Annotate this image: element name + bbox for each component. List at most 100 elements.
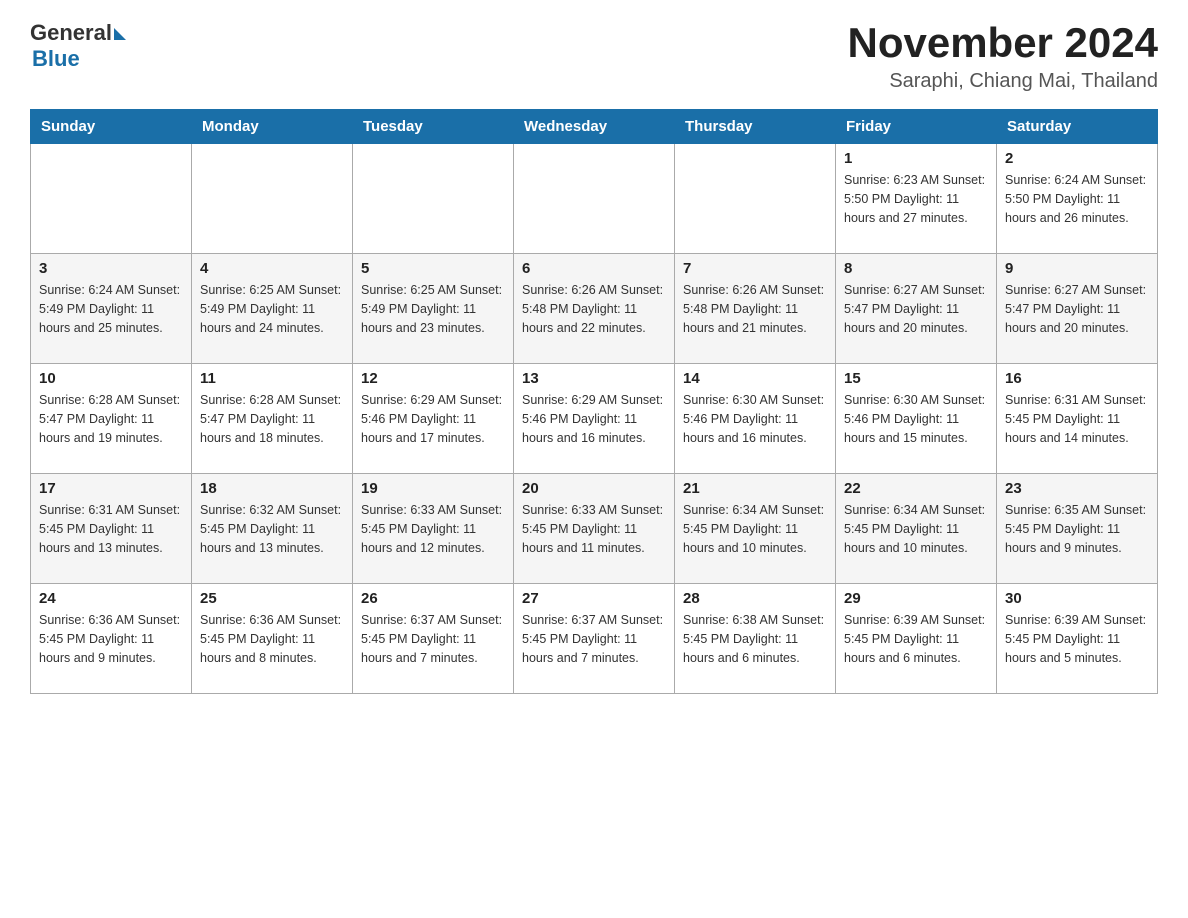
- calendar-cell: 1 Sunrise: 6:23 AM Sunset: 5:50 PM Daylig…: [836, 144, 997, 254]
- day-info: Sunrise: 6:30 AM Sunset: 5:46 PM Dayligh…: [844, 391, 988, 447]
- day-number: 15: [844, 370, 988, 387]
- day-info: Sunrise: 6:37 AM Sunset: 5:45 PM Dayligh…: [522, 611, 666, 667]
- calendar-cell: 22 Sunrise: 6:34 AM Sunset: 5:45 PM Dayli…: [836, 474, 997, 584]
- day-number: 25: [200, 590, 344, 607]
- day-info: Sunrise: 6:29 AM Sunset: 5:46 PM Dayligh…: [361, 391, 505, 447]
- calendar-cell: 19 Sunrise: 6:33 AM Sunset: 5:45 PM Dayli…: [353, 474, 514, 584]
- calendar-cell: [31, 144, 192, 254]
- day-number: 21: [683, 480, 827, 497]
- weekday-header-friday: Friday: [836, 110, 997, 144]
- day-number: 3: [39, 260, 183, 277]
- day-info: Sunrise: 6:37 AM Sunset: 5:45 PM Dayligh…: [361, 611, 505, 667]
- calendar-header: SundayMondayTuesdayWednesdayThursdayFrid…: [31, 110, 1158, 144]
- calendar-cell: 23 Sunrise: 6:35 AM Sunset: 5:45 PM Dayli…: [997, 474, 1158, 584]
- logo-general-text: General: [30, 20, 112, 46]
- day-number: 20: [522, 480, 666, 497]
- title-block: November 2024 Saraphi, Chiang Mai, Thail…: [847, 20, 1158, 93]
- calendar-row-2: 10 Sunrise: 6:28 AM Sunset: 5:47 PM Dayli…: [31, 364, 1158, 474]
- day-number: 9: [1005, 260, 1149, 277]
- calendar-row-1: 3 Sunrise: 6:24 AM Sunset: 5:49 PM Daylig…: [31, 254, 1158, 364]
- calendar-cell: 3 Sunrise: 6:24 AM Sunset: 5:49 PM Daylig…: [31, 254, 192, 364]
- day-info: Sunrise: 6:31 AM Sunset: 5:45 PM Dayligh…: [1005, 391, 1149, 447]
- calendar-cell: [514, 144, 675, 254]
- day-info: Sunrise: 6:34 AM Sunset: 5:45 PM Dayligh…: [844, 501, 988, 557]
- day-info: Sunrise: 6:35 AM Sunset: 5:45 PM Dayligh…: [1005, 501, 1149, 557]
- calendar-cell: 30 Sunrise: 6:39 AM Sunset: 5:45 PM Dayli…: [997, 584, 1158, 694]
- weekday-header-thursday: Thursday: [675, 110, 836, 144]
- weekday-header-wednesday: Wednesday: [514, 110, 675, 144]
- day-info: Sunrise: 6:32 AM Sunset: 5:45 PM Dayligh…: [200, 501, 344, 557]
- day-number: 4: [200, 260, 344, 277]
- calendar-cell: 29 Sunrise: 6:39 AM Sunset: 5:45 PM Dayli…: [836, 584, 997, 694]
- day-number: 16: [1005, 370, 1149, 387]
- day-info: Sunrise: 6:27 AM Sunset: 5:47 PM Dayligh…: [844, 281, 988, 337]
- calendar-cell: 17 Sunrise: 6:31 AM Sunset: 5:45 PM Dayli…: [31, 474, 192, 584]
- calendar-cell: [353, 144, 514, 254]
- day-info: Sunrise: 6:26 AM Sunset: 5:48 PM Dayligh…: [683, 281, 827, 337]
- day-info: Sunrise: 6:38 AM Sunset: 5:45 PM Dayligh…: [683, 611, 827, 667]
- weekday-header-monday: Monday: [192, 110, 353, 144]
- calendar-cell: 18 Sunrise: 6:32 AM Sunset: 5:45 PM Dayli…: [192, 474, 353, 584]
- day-number: 26: [361, 590, 505, 607]
- day-info: Sunrise: 6:33 AM Sunset: 5:45 PM Dayligh…: [361, 501, 505, 557]
- day-info: Sunrise: 6:24 AM Sunset: 5:50 PM Dayligh…: [1005, 171, 1149, 227]
- day-number: 22: [844, 480, 988, 497]
- day-number: 10: [39, 370, 183, 387]
- calendar-cell: 20Sunrise: 6:33 AM Sunset: 5:45 PM Dayli…: [514, 474, 675, 584]
- day-number: 18: [200, 480, 344, 497]
- day-number: 14: [683, 370, 827, 387]
- day-number: 5: [361, 260, 505, 277]
- day-number: 7: [683, 260, 827, 277]
- day-number: 30: [1005, 590, 1149, 607]
- calendar-cell: 11Sunrise: 6:28 AM Sunset: 5:47 PM Dayli…: [192, 364, 353, 474]
- logo: General Blue: [30, 20, 126, 72]
- logo-triangle-icon: [114, 28, 126, 40]
- day-info: Sunrise: 6:27 AM Sunset: 5:47 PM Dayligh…: [1005, 281, 1149, 337]
- month-year-title: November 2024: [847, 20, 1158, 66]
- day-info: Sunrise: 6:28 AM Sunset: 5:47 PM Dayligh…: [39, 391, 183, 447]
- calendar-cell: [675, 144, 836, 254]
- calendar-cell: 7 Sunrise: 6:26 AM Sunset: 5:48 PM Daylig…: [675, 254, 836, 364]
- day-number: 24: [39, 590, 183, 607]
- day-number: 2: [1005, 150, 1149, 167]
- calendar-cell: 10 Sunrise: 6:28 AM Sunset: 5:47 PM Dayli…: [31, 364, 192, 474]
- calendar-table: SundayMondayTuesdayWednesdayThursdayFrid…: [30, 109, 1158, 694]
- day-info: Sunrise: 6:39 AM Sunset: 5:45 PM Dayligh…: [1005, 611, 1149, 667]
- day-info: Sunrise: 6:36 AM Sunset: 5:45 PM Dayligh…: [39, 611, 183, 667]
- day-info: Sunrise: 6:24 AM Sunset: 5:49 PM Dayligh…: [39, 281, 183, 337]
- day-info: Sunrise: 6:26 AM Sunset: 5:48 PM Dayligh…: [522, 281, 666, 337]
- weekday-header-sunday: Sunday: [31, 110, 192, 144]
- day-info: Sunrise: 6:25 AM Sunset: 5:49 PM Dayligh…: [200, 281, 344, 337]
- calendar-cell: 9 Sunrise: 6:27 AM Sunset: 5:47 PM Daylig…: [997, 254, 1158, 364]
- day-info: Sunrise: 6:23 AM Sunset: 5:50 PM Dayligh…: [844, 171, 988, 227]
- weekday-header-tuesday: Tuesday: [353, 110, 514, 144]
- day-info: Sunrise: 6:36 AM Sunset: 5:45 PM Dayligh…: [200, 611, 344, 667]
- day-number: 19: [361, 480, 505, 497]
- day-info: Sunrise: 6:39 AM Sunset: 5:45 PM Dayligh…: [844, 611, 988, 667]
- day-info: Sunrise: 6:31 AM Sunset: 5:45 PM Dayligh…: [39, 501, 183, 557]
- day-number: 11: [200, 370, 344, 387]
- calendar-cell: 26 Sunrise: 6:37 AM Sunset: 5:45 PM Dayli…: [353, 584, 514, 694]
- calendar-row-4: 24 Sunrise: 6:36 AM Sunset: 5:45 PM Dayli…: [31, 584, 1158, 694]
- calendar-cell: 4 Sunrise: 6:25 AM Sunset: 5:49 PM Daylig…: [192, 254, 353, 364]
- day-number: 1: [844, 150, 988, 167]
- day-number: 13: [522, 370, 666, 387]
- day-number: 12: [361, 370, 505, 387]
- day-number: 27: [522, 590, 666, 607]
- calendar-cell: 27 Sunrise: 6:37 AM Sunset: 5:45 PM Dayli…: [514, 584, 675, 694]
- day-info: Sunrise: 6:29 AM Sunset: 5:46 PM Dayligh…: [522, 391, 666, 447]
- calendar-cell: 28Sunrise: 6:38 AM Sunset: 5:45 PM Dayli…: [675, 584, 836, 694]
- calendar-cell: [192, 144, 353, 254]
- day-info: Sunrise: 6:34 AM Sunset: 5:45 PM Dayligh…: [683, 501, 827, 557]
- calendar-row-3: 17 Sunrise: 6:31 AM Sunset: 5:45 PM Dayli…: [31, 474, 1158, 584]
- calendar-cell: 15 Sunrise: 6:30 AM Sunset: 5:46 PM Dayli…: [836, 364, 997, 474]
- day-number: 29: [844, 590, 988, 607]
- day-number: 23: [1005, 480, 1149, 497]
- calendar-cell: 6Sunrise: 6:26 AM Sunset: 5:48 PM Daylig…: [514, 254, 675, 364]
- day-info: Sunrise: 6:30 AM Sunset: 5:46 PM Dayligh…: [683, 391, 827, 447]
- location-subtitle: Saraphi, Chiang Mai, Thailand: [847, 70, 1158, 93]
- calendar-cell: 12 Sunrise: 6:29 AM Sunset: 5:46 PM Dayli…: [353, 364, 514, 474]
- day-number: 17: [39, 480, 183, 497]
- weekday-header-row: SundayMondayTuesdayWednesdayThursdayFrid…: [31, 110, 1158, 144]
- logo-blue-text: Blue: [32, 46, 80, 72]
